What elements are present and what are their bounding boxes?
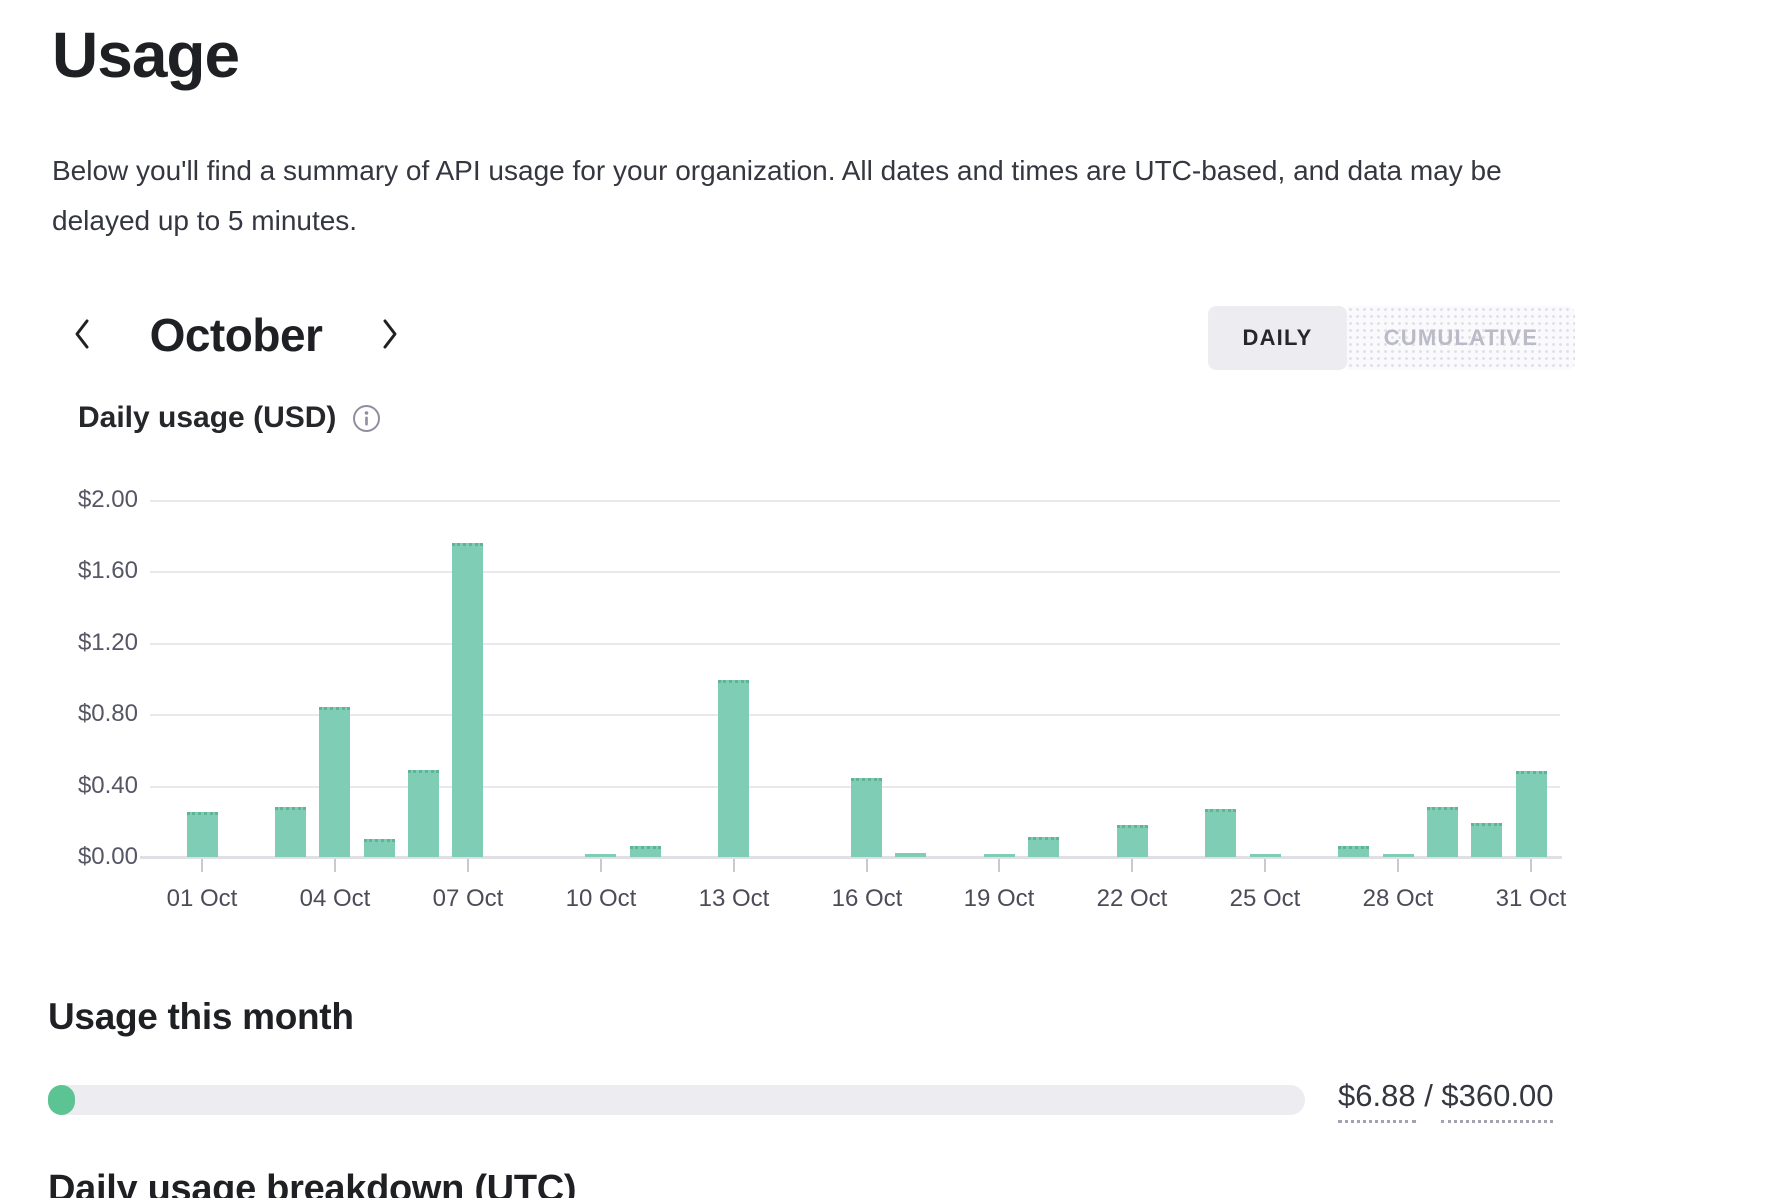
bar-16-oct[interactable] — [851, 778, 882, 857]
x-axis-label: 19 Oct — [939, 884, 1059, 914]
x-axis-tick — [1131, 859, 1133, 872]
x-axis-label: 31 Oct — [1471, 884, 1591, 914]
bar-05-oct[interactable] — [364, 839, 395, 857]
x-axis-label: 13 Oct — [674, 884, 794, 914]
chevron-left-icon — [71, 317, 93, 354]
x-axis-label: 25 Oct — [1205, 884, 1325, 914]
bar-29-oct[interactable] — [1427, 807, 1458, 857]
bar-25-oct[interactable] — [1250, 854, 1281, 857]
usage-this-month-heading: Usage this month — [48, 996, 354, 1038]
bar-31-oct[interactable] — [1516, 771, 1547, 857]
gridline — [150, 571, 1560, 573]
x-axis-label: 04 Oct — [275, 884, 395, 914]
y-axis-label: $2.00 — [28, 485, 138, 515]
x-axis-label: 28 Oct — [1338, 884, 1458, 914]
tab-cumulative[interactable]: CUMULATIVE — [1347, 306, 1575, 370]
usage-progress-fill — [48, 1085, 75, 1115]
usage-progress-bar — [48, 1085, 1305, 1115]
x-axis-tick — [334, 859, 336, 872]
x-axis-label: 22 Oct — [1072, 884, 1192, 914]
y-axis-label: $1.20 — [28, 628, 138, 658]
bar-06-oct[interactable] — [408, 770, 439, 857]
bar-13-oct[interactable] — [718, 680, 749, 857]
x-axis-tick — [1264, 859, 1266, 872]
gridline — [150, 500, 1560, 502]
x-axis-tick — [467, 859, 469, 872]
x-axis-label: 16 Oct — [807, 884, 927, 914]
bar-01-oct[interactable] — [187, 812, 218, 857]
bar-24-oct[interactable] — [1205, 809, 1236, 857]
x-axis-label: 07 Oct — [408, 884, 528, 914]
x-axis-tick — [1397, 859, 1399, 872]
page-description: Below you'll find a summary of API usage… — [52, 146, 1552, 246]
usage-page: Usage Below you'll find a summary of API… — [0, 0, 1790, 1198]
next-month-button[interactable] — [366, 305, 414, 365]
daily-usage-bar-chart: $2.00 $1.60 $1.20 $0.80 $0.40 $0.0001 Oct 04 O… — [0, 470, 1790, 940]
x-axis-tick — [733, 859, 735, 872]
daily-breakdown-heading: Daily usage breakdown (UTC) — [48, 1168, 576, 1198]
info-icon[interactable] — [352, 404, 381, 433]
page-title: Usage — [52, 18, 239, 92]
x-axis-tick — [600, 859, 602, 872]
month-label: October — [106, 308, 366, 362]
bar-10-oct[interactable] — [585, 854, 616, 857]
bar-28-oct[interactable] — [1383, 854, 1414, 857]
y-axis-label: $0.40 — [28, 771, 138, 801]
limit-amount[interactable]: $360.00 — [1441, 1078, 1553, 1123]
chevron-right-icon — [379, 317, 401, 354]
gridline — [150, 643, 1560, 645]
bar-07-oct[interactable] — [452, 543, 483, 857]
x-axis-tick — [1530, 859, 1532, 872]
y-axis-label: $0.80 — [28, 699, 138, 729]
view-toggle: DAILY CUMULATIVE — [1208, 306, 1575, 370]
bar-17-oct[interactable] — [895, 853, 926, 857]
month-navigation: October — [58, 300, 414, 370]
chart-header: Daily usage (USD) — [78, 401, 381, 435]
x-axis-label: 01 Oct — [142, 884, 262, 914]
chart-title: Daily usage (USD) — [78, 401, 336, 435]
bar-20-oct[interactable] — [1028, 837, 1059, 857]
y-axis-label: $1.60 — [28, 556, 138, 586]
bar-03-oct[interactable] — [275, 807, 306, 857]
bar-11-oct[interactable] — [630, 846, 661, 857]
bar-22-oct[interactable] — [1117, 825, 1148, 857]
x-axis-tick — [866, 859, 868, 872]
bar-04-oct[interactable] — [319, 707, 350, 857]
x-axis-tick — [201, 859, 203, 872]
usage-amounts: $6.88 / $360.00 — [1338, 1078, 1553, 1114]
gridline — [150, 714, 1560, 716]
amount-separator: / — [1416, 1078, 1442, 1113]
bar-19-oct[interactable] — [984, 854, 1015, 857]
bar-30-oct[interactable] — [1471, 823, 1502, 857]
tab-daily[interactable]: DAILY — [1208, 306, 1347, 370]
y-axis-label: $0.00 — [28, 842, 138, 872]
prev-month-button[interactable] — [58, 305, 106, 365]
used-amount[interactable]: $6.88 — [1338, 1078, 1416, 1123]
x-axis-tick — [998, 859, 1000, 872]
x-axis-label: 10 Oct — [541, 884, 661, 914]
bar-27-oct[interactable] — [1338, 846, 1369, 857]
